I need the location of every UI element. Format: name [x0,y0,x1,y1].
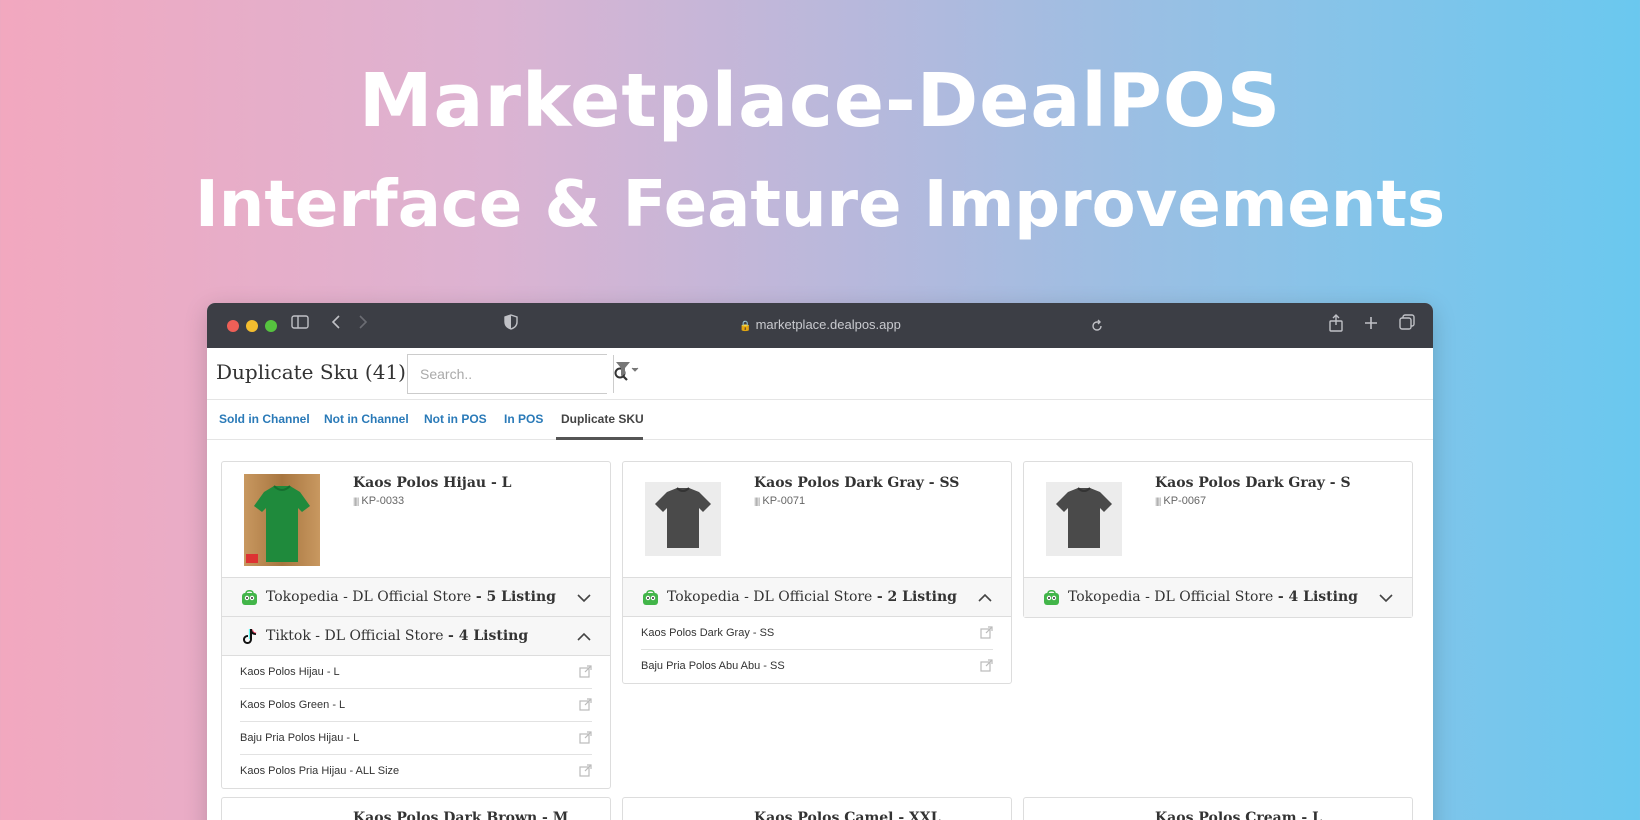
listing-item: Kaos Polos Pria Hijau - ALL Size [240,755,592,788]
tab-bar: Sold in Channel Not in Channel Not in PO… [207,400,1433,440]
product-name: Kaos Polos Hijau - L [353,475,512,491]
product-card: Kaos Polos Dark Gray - SS |||| KP-0071 To… [622,461,1012,684]
listing-name: Kaos Polos Green - L [240,699,346,711]
external-link-icon[interactable] [579,764,592,777]
tab-not-in-pos[interactable]: Not in POS [424,412,487,426]
chevron-up-icon[interactable] [576,629,592,645]
tokopedia-icon [242,589,257,605]
tab-in-pos[interactable]: In POS [504,412,543,426]
share-icon[interactable] [1329,314,1343,338]
hero-subtitle: Interface & Feature Improvements [194,168,1446,242]
channel-label: Tokopedia - DL Official Store - 4 Listin… [1068,589,1358,605]
url-text: marketplace.dealpos.app [755,317,901,332]
barcode-icon: |||| [353,496,359,506]
product-name: Kaos Polos Dark Gray - S [1155,475,1351,491]
channel-label: Tiktok - DL Official Store - 4 Listing [266,628,529,644]
product-sku: |||| KP-0071 [754,495,806,507]
product-header: Kaos Polos Dark Gray - SS |||| KP-0071 [623,462,1011,578]
listing-item: Baju Pria Polos Abu Abu - SS [641,650,993,683]
filter-icon [616,362,639,376]
product-header: Kaos Polos Hijau - L |||| KP-0033 [222,462,610,578]
address-bar[interactable]: 🔒 marketplace.dealpos.app [207,317,1433,332]
product-thumbnail [1046,482,1122,556]
product-card: Kaos Polos Cream - L [1023,797,1413,820]
listing-name: Kaos Polos Hijau - L [240,666,340,678]
product-sku: |||| KP-0033 [353,495,405,507]
chevron-down-icon[interactable] [1378,590,1394,606]
tab-overview-icon[interactable] [1399,314,1415,336]
external-link-icon[interactable] [579,698,592,711]
channel-row-tokopedia[interactable]: Tokopedia - DL Official Store - 5 Listin… [222,578,610,617]
product-name: Kaos Polos Dark Gray - SS [754,475,960,491]
listing-name: Kaos Polos Dark Gray - SS [641,627,775,639]
browser-window: 🔒 marketplace.dealpos.app Duplicate Sku (… [207,303,1433,820]
channel-row-tokopedia[interactable]: Tokopedia - DL Official Store - 4 Listin… [1024,578,1412,617]
channel-row-tokopedia[interactable]: Tokopedia - DL Official Store - 2 Listin… [623,578,1011,617]
filter-button[interactable] [615,361,639,382]
hero-title: Marketplace-DealPOS [358,58,1282,144]
lock-icon: 🔒 [739,321,752,332]
channel-label: Tokopedia - DL Official Store - 2 Listin… [667,589,957,605]
product-header: Kaos Polos Dark Gray - S |||| KP-0067 [1024,462,1412,578]
external-link-icon[interactable] [980,626,993,639]
page-header: Duplicate Sku (41) [207,348,1433,400]
product-card: Kaos Polos Dark Gray - S |||| KP-0067 Tok… [1023,461,1413,618]
tokopedia-icon [643,589,658,605]
external-link-icon[interactable] [579,731,592,744]
product-name: Kaos Polos Cream - L [1155,810,1322,820]
barcode-icon: |||| [754,496,760,506]
external-link-icon[interactable] [579,665,592,678]
product-card: Kaos Polos Dark Brown - M [221,797,611,820]
product-name: Kaos Polos Camel - XXL [754,810,941,820]
listing-item: Kaos Polos Hijau - L [240,656,592,689]
page-title: Duplicate Sku (41) [216,360,406,384]
product-thumbnail [645,482,721,556]
chevron-up-icon[interactable] [977,590,993,606]
product-card: Kaos Polos Camel - XXL [622,797,1012,820]
search-input[interactable] [408,355,613,393]
active-tab-indicator [556,437,643,440]
barcode-icon: |||| [1155,496,1161,506]
listing-name: Baju Pria Polos Hijau - L [240,732,360,744]
listing-list: Kaos Polos Hijau - L Kaos Polos Green - … [222,656,610,788]
listing-item: Baju Pria Polos Hijau - L [240,722,592,755]
tab-duplicate-sku[interactable]: Duplicate SKU [561,412,644,426]
external-link-icon[interactable] [980,659,993,672]
channel-label: Tokopedia - DL Official Store - 5 Listin… [266,589,556,605]
product-name: Kaos Polos Dark Brown - M [353,810,569,820]
new-tab-icon[interactable] [1364,314,1378,336]
tokopedia-icon [1044,589,1059,605]
tiktok-icon [243,629,257,644]
listing-name: Kaos Polos Pria Hijau - ALL Size [240,765,400,777]
channel-row-tiktok[interactable]: Tiktok - DL Official Store - 4 Listing [222,617,610,656]
product-sku: |||| KP-0067 [1155,495,1207,507]
reload-icon[interactable] [1090,317,1104,339]
product-thumbnail [244,474,320,566]
search-box [407,354,628,394]
listing-item: Kaos Polos Green - L [240,689,592,722]
tab-not-in-channel[interactable]: Not in Channel [324,412,409,426]
listing-name: Baju Pria Polos Abu Abu - SS [641,660,785,672]
listing-item: Kaos Polos Dark Gray - SS [641,617,993,650]
listing-list: Kaos Polos Dark Gray - SS Baju Pria Polo… [623,617,1011,683]
chevron-down-icon[interactable] [576,590,592,606]
browser-titlebar: 🔒 marketplace.dealpos.app [207,303,1433,348]
product-card: Kaos Polos Hijau - L |||| KP-0033 Tokoped… [221,461,611,789]
tab-sold-in-channel[interactable]: Sold in Channel [219,412,310,426]
